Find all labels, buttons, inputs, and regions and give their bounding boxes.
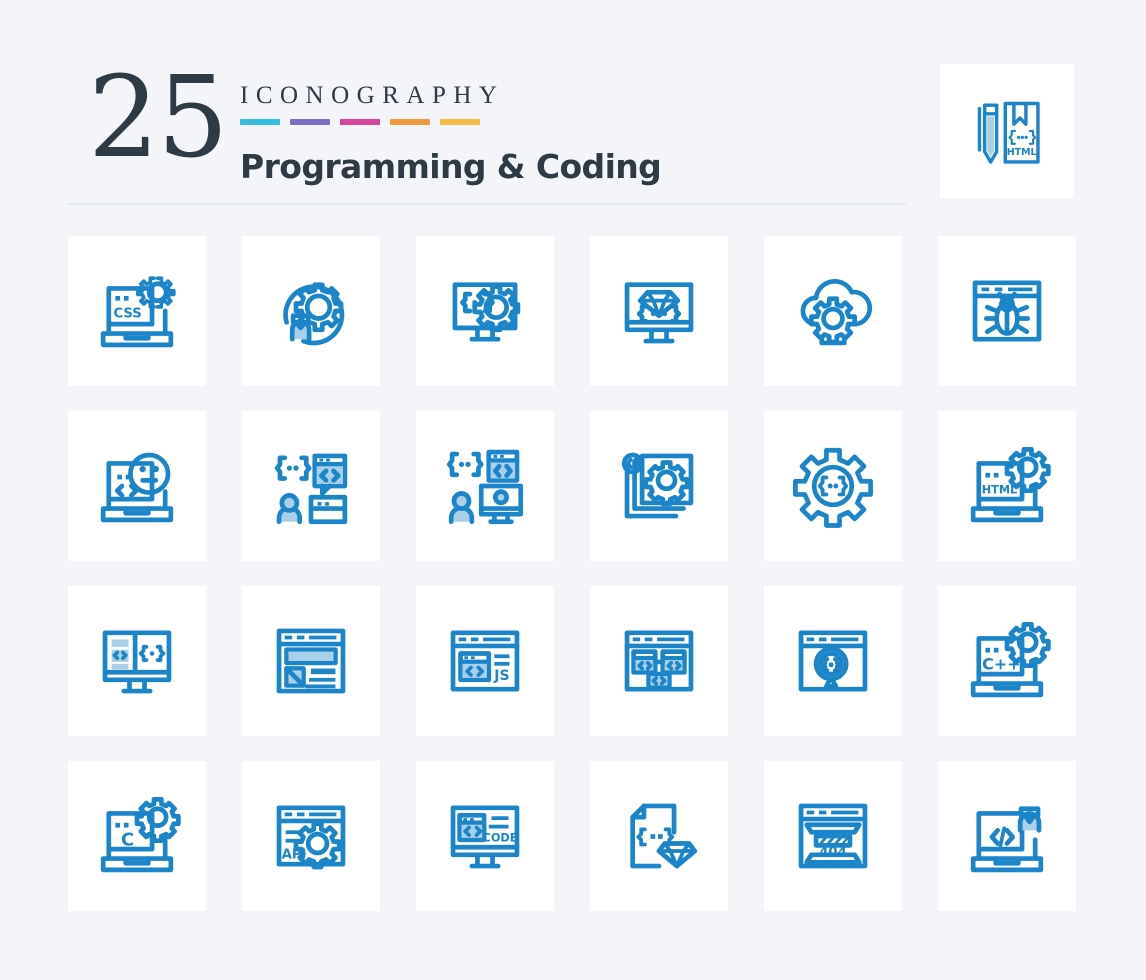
browser-bug-icon <box>972 280 1042 342</box>
error-code-label: 404 <box>819 846 846 861</box>
developer-settings-icon <box>283 282 345 346</box>
code-monitor-icon: CODE <box>450 805 520 869</box>
icon-cell-c-language-laptop-gear[interactable]: C <box>68 761 206 911</box>
laptop-emoji-code-icon <box>100 452 174 523</box>
cloud-computing-gear-icon <box>800 278 873 346</box>
color-bar-2 <box>290 119 330 125</box>
icon-count: 25 <box>88 53 229 183</box>
web-layout-wireframe-icon <box>276 628 346 694</box>
icon-cell-ruby-file-diamond[interactable] <box>590 761 728 911</box>
kicker-text: ICONOGRAPHY <box>240 82 505 109</box>
gear-code-brackets-icon <box>793 447 873 528</box>
icon-cell-laptop-emoji-code[interactable] <box>68 411 206 561</box>
icon-cell-javascript-browser[interactable]: JS <box>416 586 554 736</box>
icon-cell-gear-code-brackets[interactable] <box>764 411 902 561</box>
user-monitor-code-icon <box>446 449 524 525</box>
c-language-laptop-gear-icon: C <box>100 796 181 873</box>
icon-cell-code-modules-browser[interactable] <box>590 586 728 736</box>
icon-cell-user-monitor-code[interactable] <box>416 411 554 561</box>
color-bar-3 <box>340 119 380 125</box>
color-bar-1 <box>240 119 280 125</box>
html-book-pencil-icon: HTML <box>977 101 1040 164</box>
icon-pack-page: 25 ICONOGRAPHY Programming & Coding HTML… <box>0 0 1146 980</box>
icon-cell-error-404-browser[interactable]: 404 <box>764 761 902 911</box>
code-files-gear-icon <box>621 452 694 519</box>
icon-cell-browser-bug[interactable] <box>938 236 1076 386</box>
title-block: ICONOGRAPHY Programming & Coding <box>240 82 662 186</box>
featured-html-label: HTML <box>1007 147 1037 158</box>
code-label: CODE <box>483 832 518 845</box>
javascript-browser-icon: JS <box>450 630 520 692</box>
c-label: C <box>121 829 134 850</box>
icon-cell-split-screen-code-monitor[interactable] <box>68 586 206 736</box>
developer-laptop-coder-icon <box>970 806 1044 873</box>
icon-cell-api-browser-gear[interactable]: API <box>242 761 380 911</box>
html-laptop-gear-icon: HTML <box>970 446 1051 523</box>
icon-grid: CSS HTML JS C++ C API CODE 404 <box>68 236 1078 911</box>
icon-cell-code-files-gear[interactable] <box>590 411 728 561</box>
color-bar-row <box>240 119 661 125</box>
cplusplus-laptop-gear-icon: C++ <box>970 621 1051 698</box>
icon-cell-code-monitor[interactable]: CODE <box>416 761 554 911</box>
js-label: JS <box>493 668 509 684</box>
icon-cell-code-chat-user[interactable] <box>242 411 380 561</box>
icon-cell-monitor-code-gear[interactable] <box>416 236 554 386</box>
color-bar-5 <box>440 119 480 125</box>
split-screen-code-monitor-icon <box>102 630 172 694</box>
api-browser-gear-icon: API <box>276 805 346 870</box>
code-chat-user-icon <box>274 453 348 525</box>
icon-cell-web-layout-wireframe[interactable] <box>242 586 380 736</box>
icon-cell-ruby-monitor[interactable] <box>590 236 728 386</box>
error-404-browser-icon: 404 <box>798 803 868 869</box>
code-modules-browser-icon <box>624 630 694 692</box>
ruby-monitor-icon <box>624 282 694 344</box>
code-search-browser-icon <box>798 630 868 692</box>
header-divider <box>68 203 906 205</box>
color-bar-4 <box>390 119 430 125</box>
css-laptop-gear-icon: CSS <box>100 276 176 348</box>
monitor-code-gear-icon <box>452 282 521 342</box>
css-label: CSS <box>113 307 141 322</box>
icon-cell-html-laptop-gear[interactable]: HTML <box>938 411 1076 561</box>
ruby-file-diamond-icon <box>630 803 698 869</box>
icon-cell-cloud-computing-gear[interactable] <box>764 236 902 386</box>
icon-cell-developer-settings[interactable] <box>242 236 380 386</box>
page-title: Programming & Coding <box>240 147 662 186</box>
icon-cell-css-laptop-gear[interactable]: CSS <box>68 236 206 386</box>
icon-cell-code-search-browser[interactable] <box>764 586 902 736</box>
featured-icon-card[interactable]: HTML <box>940 64 1074 198</box>
icon-cell-developer-laptop-coder[interactable] <box>938 761 1076 911</box>
icon-cell-cplusplus-laptop-gear[interactable]: C++ <box>938 586 1076 736</box>
